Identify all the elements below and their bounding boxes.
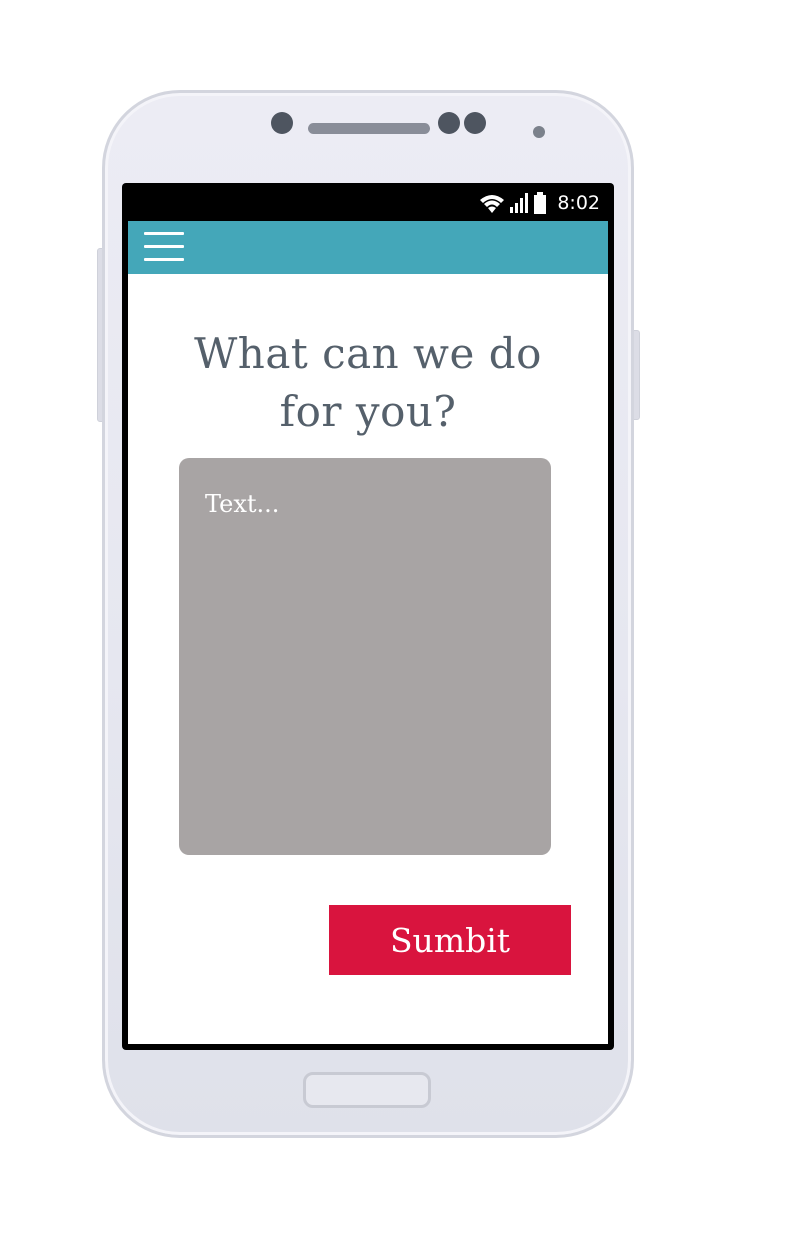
phone-screen: 8:02 What can we do for you? Sumbit <box>122 183 614 1050</box>
wifi-icon <box>480 195 505 213</box>
page-title-line-1: What can we do <box>194 329 542 378</box>
message-input[interactable] <box>179 458 551 855</box>
side-power-button <box>633 330 640 420</box>
battery-icon <box>534 192 547 214</box>
home-button[interactable] <box>303 1072 431 1108</box>
app-viewport: 8:02 What can we do for you? Sumbit <box>128 183 608 1044</box>
signal-icon <box>510 193 529 213</box>
status-time: 8:02 <box>557 192 600 214</box>
sensor-icon <box>464 112 486 134</box>
sensor-icon <box>438 112 460 134</box>
front-camera-icon <box>271 112 293 134</box>
page-title-line-2: for you? <box>279 387 457 436</box>
submit-button[interactable]: Sumbit <box>329 905 571 975</box>
hamburger-menu-icon[interactable] <box>144 230 186 264</box>
status-bar: 8:02 <box>128 183 608 221</box>
earpiece-speaker <box>308 123 430 134</box>
status-icons: 8:02 <box>479 191 600 215</box>
led-indicator-icon <box>533 126 545 138</box>
page-title: What can we do for you? <box>158 325 578 441</box>
app-bar <box>128 221 608 274</box>
